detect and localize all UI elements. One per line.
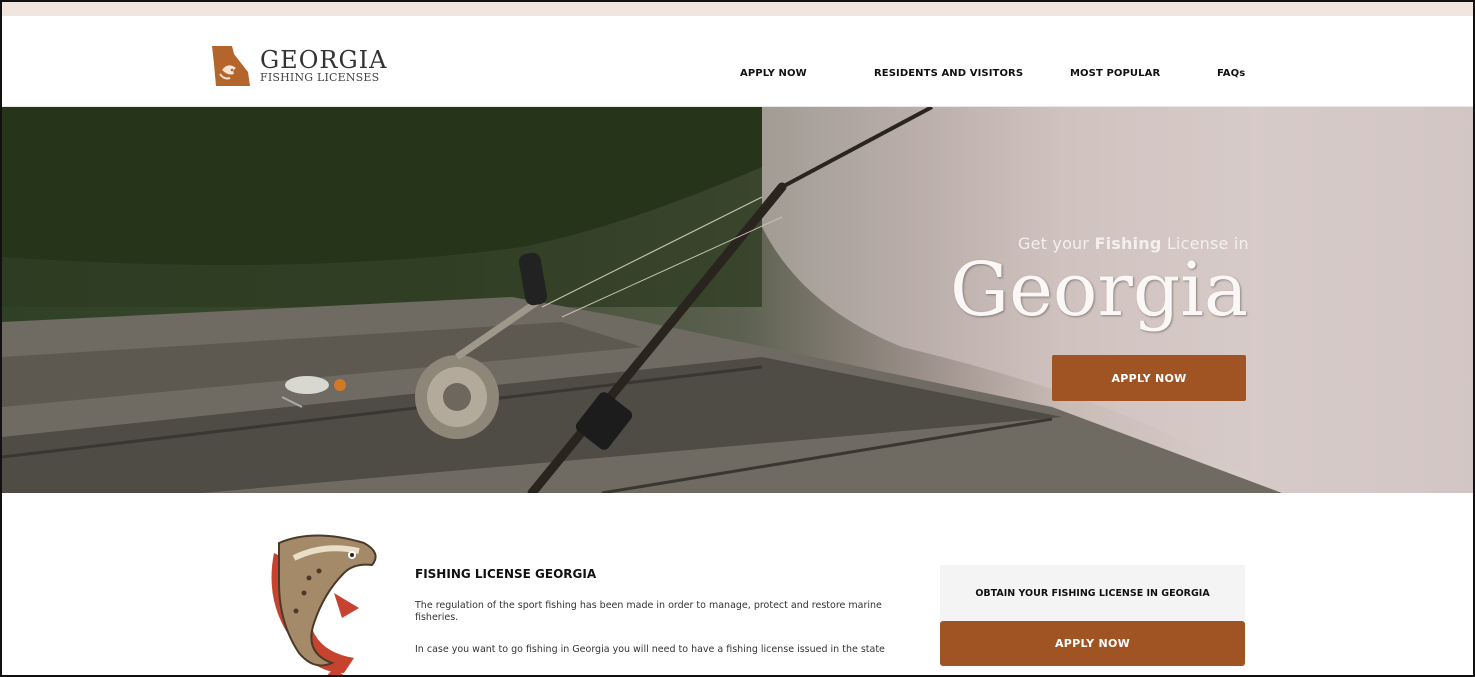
info-title: FISHING LICENSE GEORGIA [415,567,597,581]
top-strip [2,2,1473,16]
cta-heading: OBTAIN YOUR FISHING LICENSE IN GEORGIA [975,587,1210,599]
site-logo[interactable]: GEORGIA FISHING LICENSES [210,44,387,88]
hero-apply-now-button[interactable]: APPLY NOW [1052,355,1246,401]
brand-title: GEORGIA [260,46,388,74]
hero-banner: Get your Fishing License in Georgia APPL… [2,107,1473,493]
cta-heading-box: OBTAIN YOUR FISHING LICENSE IN GEORGIA [940,565,1245,621]
nav-apply-now[interactable]: APPLY NOW [740,68,807,79]
info-paragraph-1: The regulation of the sport fishing has … [415,600,882,623]
hero-fishing-rod-image [2,107,1473,493]
info-paragraph-2: In case you want to go fishing in Georgi… [415,644,885,655]
hero-title: Georgia [950,247,1248,333]
georgia-state-fish-icon [212,46,250,86]
page-frame: GEORGIA FISHING LICENSES APPLY NOW RESID… [0,0,1475,677]
nav-most-popular[interactable]: MOST POPULAR [1070,68,1160,79]
nav-residents-and-visitors[interactable]: RESIDENTS AND VISITORS [874,68,1023,79]
nav-faqs[interactable]: FAQs [1217,68,1245,79]
jumping-fish-icon [271,534,377,675]
cta-apply-now-button[interactable]: APPLY NOW [940,621,1245,666]
brand-subtitle: FISHING LICENSES [260,71,380,84]
site-header: GEORGIA FISHING LICENSES APPLY NOW RESID… [2,16,1473,107]
